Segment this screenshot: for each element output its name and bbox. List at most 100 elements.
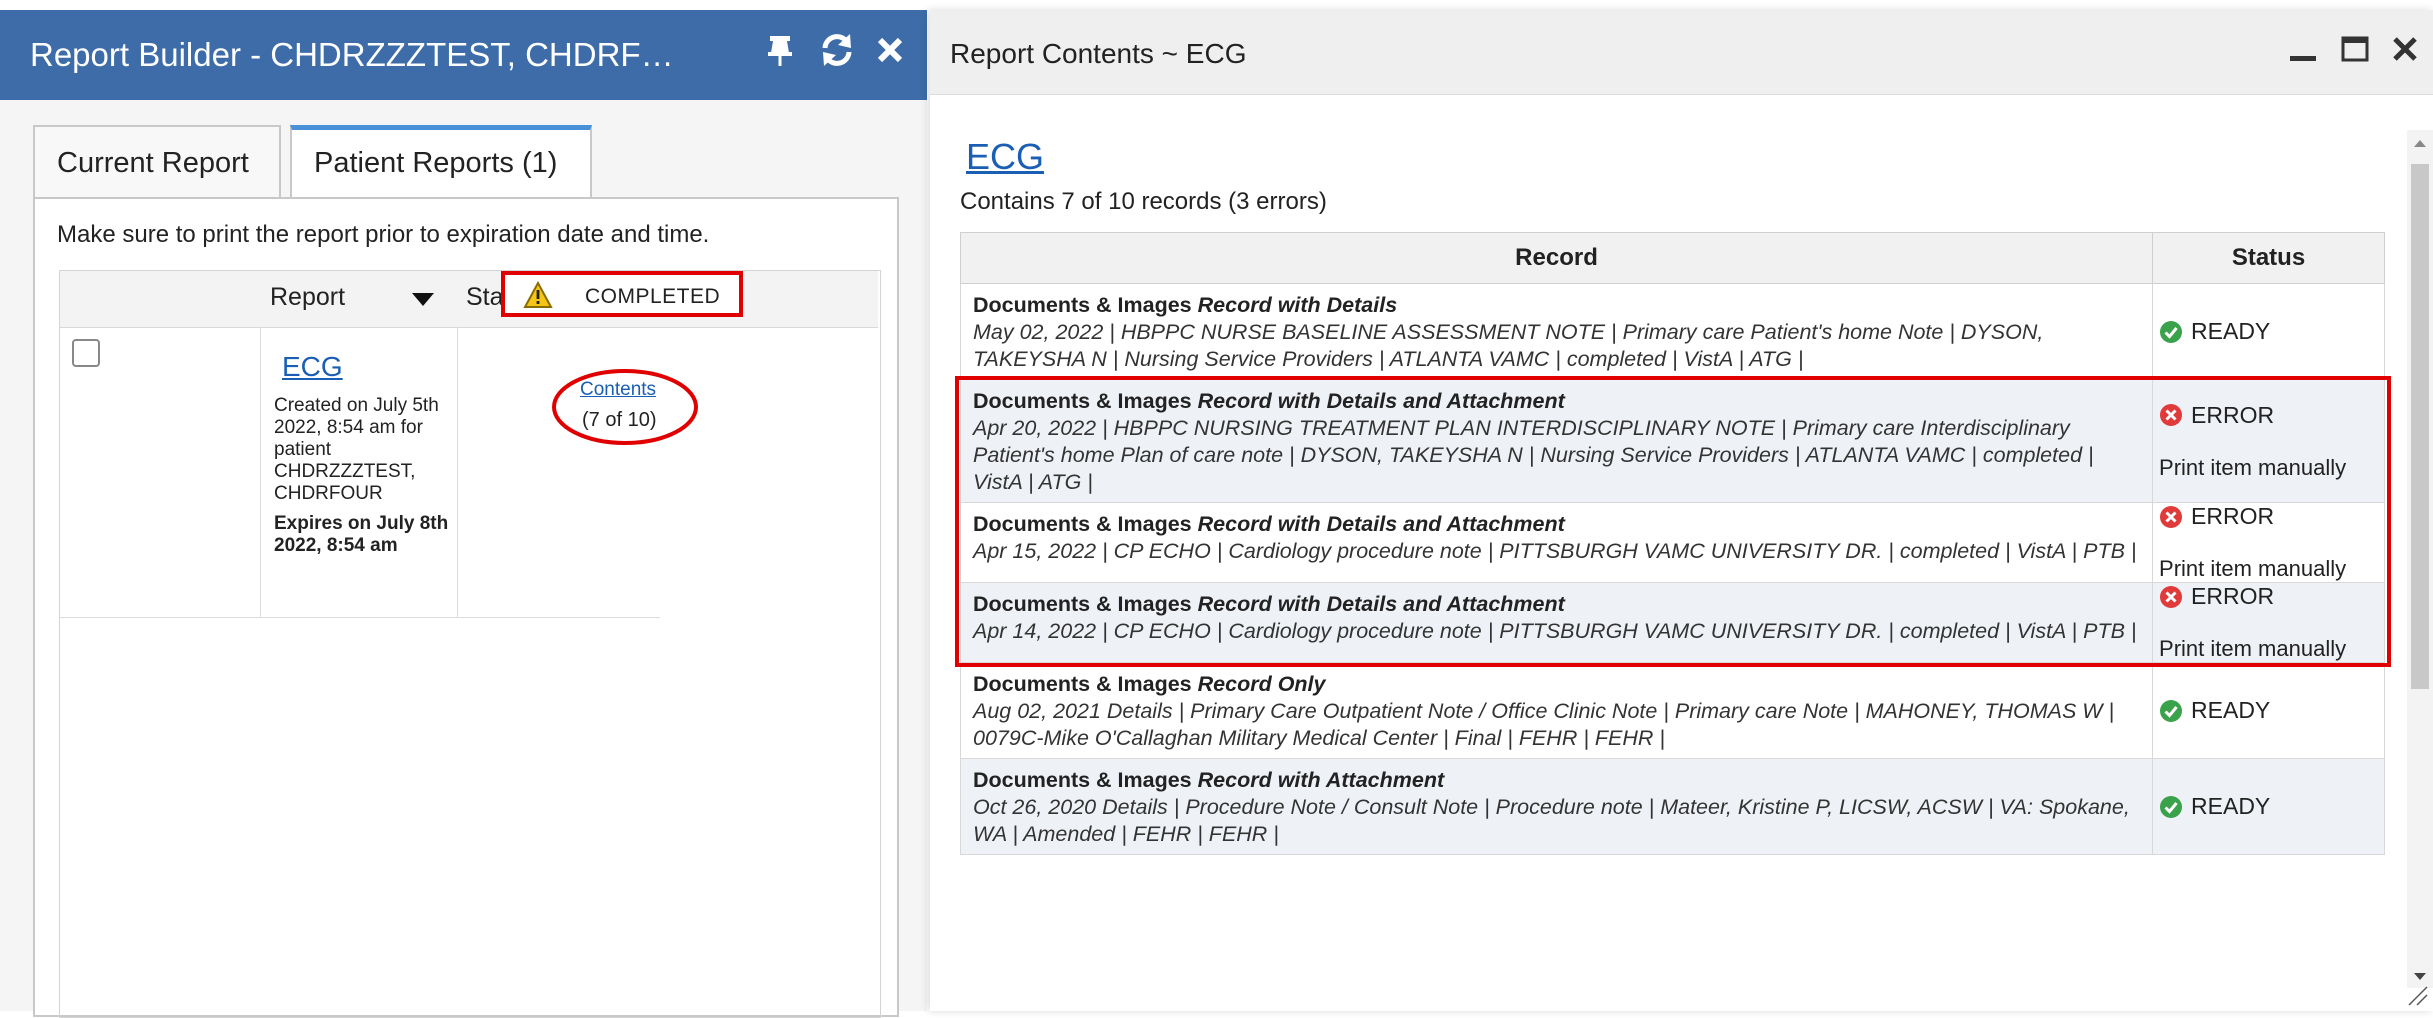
report-contents-header: Report Contents ~ ECG: [930, 10, 2433, 95]
close-icon[interactable]: [868, 28, 912, 72]
refresh-icon[interactable]: [815, 28, 859, 72]
record-details: Apr 14, 2022 | CP ECHO | Cardiology proc…: [973, 619, 2137, 643]
print-manually-note: Print item manually: [2159, 636, 2347, 661]
minimize-icon[interactable]: [2282, 28, 2324, 70]
status-badge: COMPLETED: [501, 271, 743, 317]
check-circle-icon: [2160, 795, 2183, 818]
status-cell: READY: [2152, 283, 2385, 380]
report-title-link[interactable]: ECG: [966, 136, 1044, 178]
status-badge: READY: [2159, 697, 2378, 724]
status-text: ERROR: [2191, 503, 2275, 529]
vertical-scrollbar[interactable]: [2407, 130, 2433, 988]
print-manually-note: Print item manually: [2159, 454, 2347, 480]
scroll-up-icon[interactable]: [2407, 134, 2433, 154]
print-manually-note: Print item manually: [2159, 556, 2347, 581]
x-circle-icon: [2160, 404, 2183, 426]
record-cell: Documents & Images Record with Attachmen…: [960, 758, 2154, 855]
status-cell: ERROR Print item manually: [2152, 379, 2385, 503]
expires-info: Expires on July 8th 2022, 8:54 am: [274, 513, 449, 556]
table-row: ECG Created on July 5th 2022, 8:54 am fo…: [60, 327, 698, 618]
table-row[interactable]: Documents & Images Record with Attachmen…: [960, 758, 2385, 855]
scrollbar-thumb[interactable]: [2411, 164, 2429, 689]
tab-patient-reports[interactable]: Patient Reports (1): [290, 125, 592, 197]
table-row[interactable]: Documents & Images Record with Details a…: [960, 582, 2385, 663]
table-row[interactable]: Documents & Images Record with Details Ma…: [960, 283, 2385, 380]
records-table: Record Status Documents & Images Record …: [960, 232, 2385, 855]
record-type: Record with Details and Attachment: [1197, 389, 1565, 413]
record-details: Oct 26, 2020 Details | Procedure Note / …: [973, 795, 2130, 846]
record-type: Record Only: [1197, 672, 1326, 696]
check-circle-icon: [2160, 320, 2183, 343]
status-text: ERROR: [2191, 583, 2275, 609]
table-header-row: Record Status: [960, 232, 2385, 284]
record-details: Aug 02, 2021 Details | Primary Care Outp…: [973, 699, 2115, 750]
table-header: Report Status: [60, 271, 878, 328]
report-builder-panel: Report Builder - CHDRZZZTEST, CHDRF… Cur…: [0, 0, 927, 1018]
table-row[interactable]: Documents & Images Record with Details a…: [960, 379, 2385, 503]
check-circle-icon: [2160, 699, 2183, 722]
record-details: May 02, 2022 | HBPPC NURSE BASELINE ASSE…: [973, 320, 2044, 371]
expiration-notice: Make sure to print the report prior to e…: [57, 221, 710, 248]
tab-current-report[interactable]: Current Report: [33, 125, 281, 197]
panel-title: Report Contents ~ ECG: [950, 38, 1247, 69]
status-text: READY: [2191, 793, 2271, 819]
record-details: Apr 20, 2022 | HBPPC NURSING TREATMENT P…: [973, 416, 2094, 494]
maximize-icon[interactable]: [2334, 28, 2376, 70]
record-category: Documents & Images: [973, 293, 1192, 317]
record-column-header: Record: [960, 232, 2154, 284]
status-text: READY: [2191, 697, 2271, 723]
patient-reports-content: Make sure to print the report prior to e…: [33, 197, 899, 1018]
record-title: Documents & Images Record with Details: [973, 292, 2142, 319]
x-circle-icon: [2160, 585, 2183, 608]
records-summary: Contains 7 of 10 records (3 errors): [960, 188, 1327, 215]
record-type: Record with Details: [1197, 293, 1398, 317]
status-badge: ERROR: [2159, 402, 2378, 429]
table-row[interactable]: Documents & Images Record Only Aug 02, 20…: [960, 662, 2385, 759]
status-badge: ERROR: [2159, 503, 2378, 530]
record-cell: Documents & Images Record with Details a…: [960, 379, 2154, 503]
status-cell: READY: [2152, 758, 2385, 855]
table-row[interactable]: Documents & Images Record with Details a…: [960, 502, 2385, 583]
created-info: Created on July 5th 2022, 8:54 am for pa…: [274, 395, 439, 504]
row-select-checkbox[interactable]: [72, 339, 100, 367]
close-icon[interactable]: [2384, 28, 2426, 70]
record-cell: Documents & Images Record Only Aug 02, 20…: [960, 662, 2154, 759]
record-type: Record with Attachment: [1197, 768, 1445, 792]
status-column-header: Status: [2152, 232, 2385, 284]
record-title: Documents & Images Record with Details a…: [973, 511, 2142, 538]
pin-icon[interactable]: [758, 28, 802, 72]
record-title: Documents & Images Record with Details a…: [973, 388, 2142, 415]
report-name-link[interactable]: ECG: [282, 351, 343, 383]
record-category: Documents & Images: [973, 592, 1192, 616]
sort-descending-icon[interactable]: [412, 293, 434, 307]
status-badge: ERROR: [2159, 583, 2378, 610]
record-title: Documents & Images Record with Attachmen…: [973, 767, 2142, 794]
status-badge: READY: [2159, 793, 2378, 820]
record-type: Record with Details and Attachment: [1197, 592, 1565, 616]
records-body: Documents & Images Record with Details Ma…: [960, 283, 2385, 855]
record-cell: Documents & Images Record with Details Ma…: [960, 283, 2154, 380]
records-scroll-area[interactable]: Record Status Documents & Images Record …: [960, 232, 2385, 988]
record-type: Record with Details and Attachment: [1197, 512, 1565, 536]
contents-count: (7 of 10): [582, 409, 657, 431]
status-text: COMPLETED: [585, 285, 721, 308]
status-cell: READY: [2152, 662, 2385, 759]
record-category: Documents & Images: [973, 672, 1192, 696]
record-title: Documents & Images Record with Details a…: [973, 591, 2142, 618]
panel-title: Report Builder - CHDRZZZTEST, CHDRF…: [30, 36, 674, 73]
warning-triangle-icon: [523, 281, 553, 308]
record-details: Apr 15, 2022 | CP ECHO | Cardiology proc…: [973, 539, 2137, 563]
resize-handle-icon[interactable]: [2405, 983, 2429, 1007]
status-text: READY: [2191, 318, 2271, 344]
report-column-header[interactable]: Report: [270, 283, 345, 312]
report-builder-body: Current Report Patient Reports (1) Make …: [0, 100, 927, 1018]
contents-link[interactable]: Contents: [580, 379, 656, 401]
record-category: Documents & Images: [973, 389, 1192, 413]
record-title: Documents & Images Record Only: [973, 671, 2142, 698]
patient-reports-table: Report Status ECG Created on July 5th 20…: [59, 270, 881, 1018]
record-category: Documents & Images: [973, 512, 1192, 536]
record-cell: Documents & Images Record with Details a…: [960, 502, 2154, 583]
record-cell: Documents & Images Record with Details a…: [960, 582, 2154, 663]
record-category: Documents & Images: [973, 768, 1192, 792]
tab-label: Patient Reports (1): [314, 147, 558, 179]
